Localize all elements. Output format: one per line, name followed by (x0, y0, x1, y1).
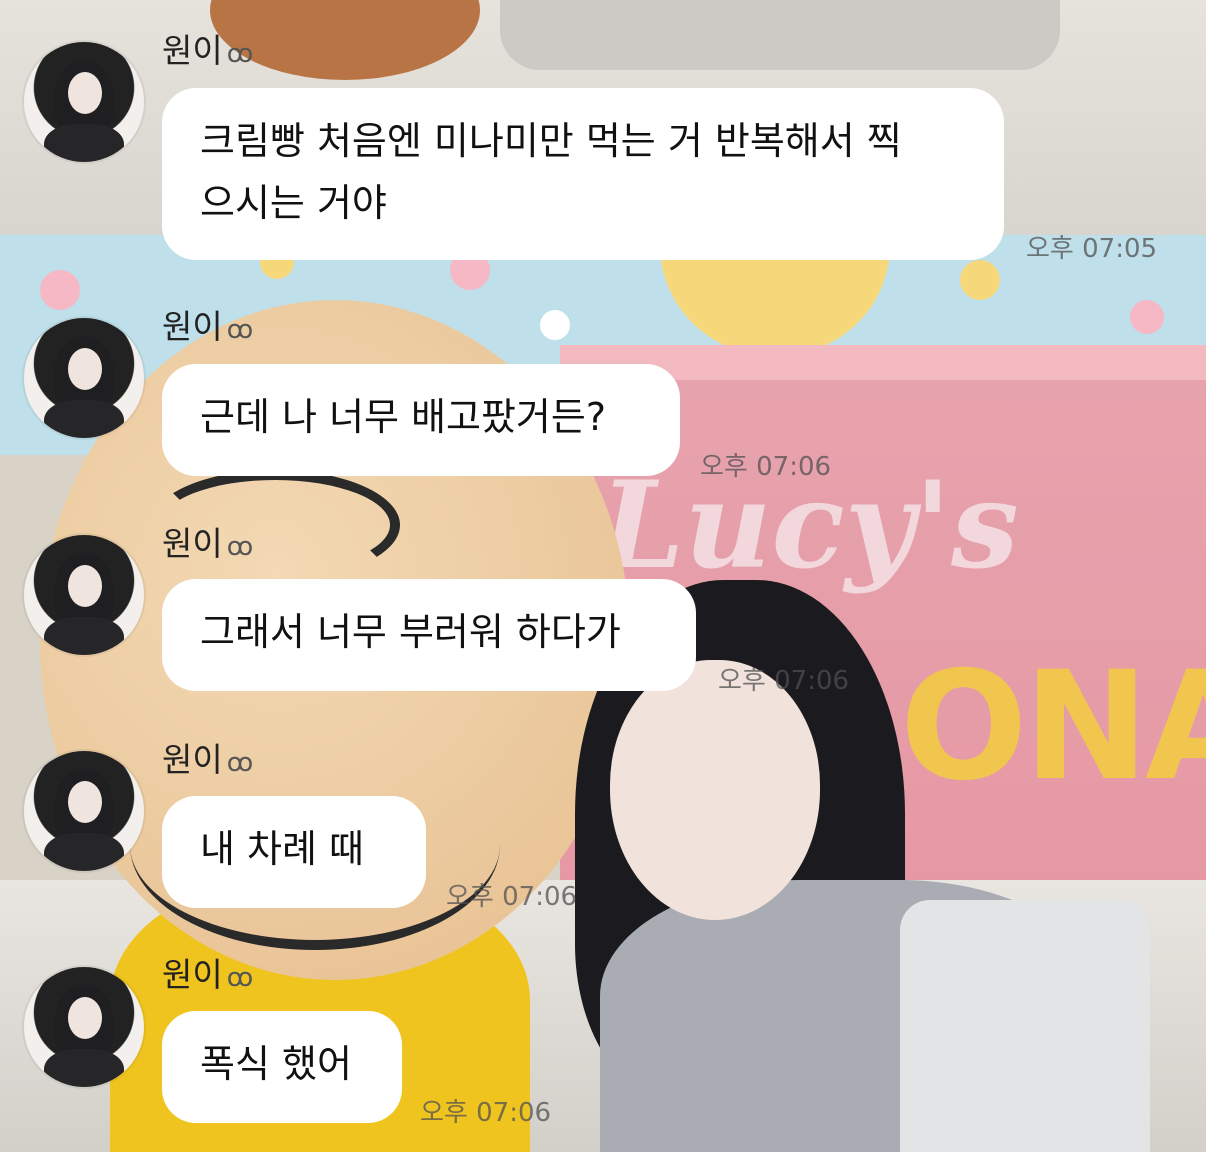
sender-name-text: 원이 (162, 31, 223, 70)
message-text-line: 으시는 거야 (200, 181, 387, 225)
message-timestamp: 오후 07:06 (420, 1098, 552, 1128)
sender-name: 원이 ꝏ (162, 31, 254, 70)
avatar[interactable] (24, 42, 144, 162)
background-dot (40, 270, 80, 310)
message-timestamp: 오후 07:06 (718, 666, 850, 696)
avatar[interactable] (24, 967, 144, 1087)
sender-name-text: 원이 (162, 955, 223, 994)
background-dot (960, 260, 1000, 300)
message-bubble[interactable]: 내 차례 때 (162, 796, 426, 908)
avatar[interactable] (24, 318, 144, 438)
sender-badge: ꝏ (226, 748, 254, 778)
sender-badge: ꝏ (226, 315, 254, 345)
sender-badge: ꝏ (226, 39, 254, 69)
background-girl-face (610, 660, 820, 920)
background-cloth (500, 0, 1060, 70)
sender-name: 원이 ꝏ (162, 740, 254, 779)
message-bubble[interactable]: 폭식 했어 (162, 1011, 402, 1123)
sender-name: 원이 ꝏ (162, 955, 254, 994)
background-sign-text2: ONA (900, 640, 1206, 814)
sender-badge: ꝏ (226, 532, 254, 562)
message-timestamp: 오후 07:05 (1026, 234, 1158, 264)
avatar[interactable] (24, 535, 144, 655)
message-timestamp: 오후 07:06 (700, 452, 832, 482)
background-dot (1130, 300, 1164, 334)
sender-badge: ꝏ (226, 963, 254, 993)
sender-name-text: 원이 (162, 307, 223, 346)
sender-name-text: 원이 (162, 524, 223, 563)
background-bag (900, 900, 1150, 1152)
message-bubble[interactable]: 그래서 너무 부러워 하다가 (162, 579, 696, 691)
sender-name: 원이 ꝏ (162, 524, 254, 563)
message-text-line: 크림빵 처음엔 미나미만 먹는 거 반복해서 찍 (200, 119, 902, 163)
message-timestamp: 오후 07:06 (446, 882, 578, 912)
sender-name-text: 원이 (162, 740, 223, 779)
message-bubble[interactable]: 크림빵 처음엔 미나미만 먹는 거 반복해서 찍 으시는 거야 (162, 88, 1004, 260)
message-bubble[interactable]: 근데 나 너무 배고팠거든? (162, 364, 680, 476)
background-dot (540, 310, 570, 340)
sender-name: 원이 ꝏ (162, 307, 254, 346)
avatar[interactable] (24, 751, 144, 871)
